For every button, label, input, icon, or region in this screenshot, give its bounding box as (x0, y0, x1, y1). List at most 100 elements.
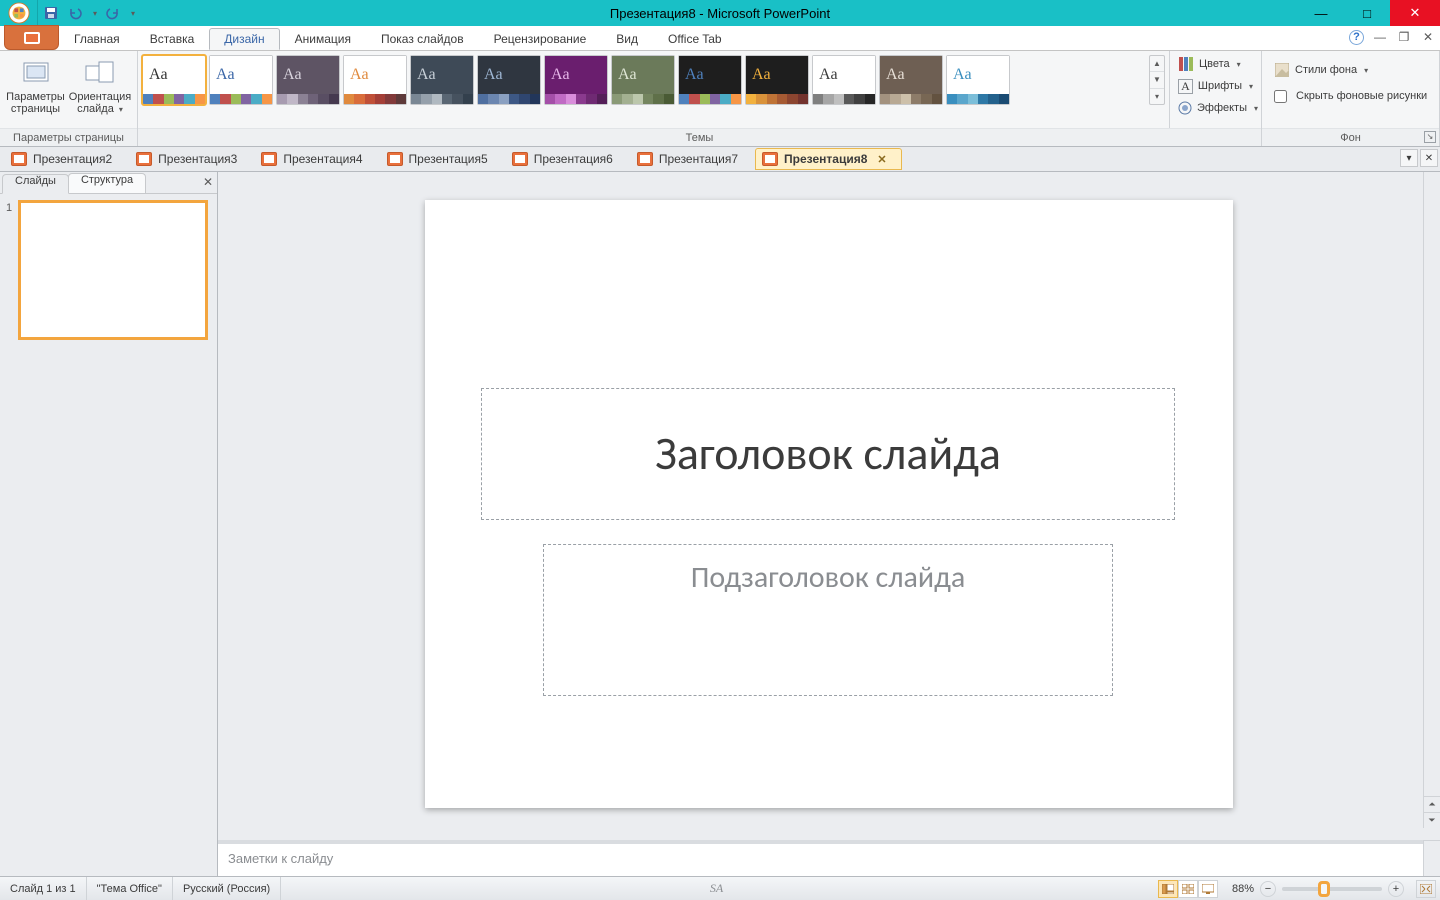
title-placeholder[interactable]: Заголовок слайда (481, 388, 1175, 520)
office-button[interactable] (0, 0, 38, 26)
vertical-scrollbar[interactable]: ⏶ ⏷ (1423, 172, 1440, 828)
theme-thumbnail[interactable]: Aa (276, 55, 340, 105)
subtitle-placeholder[interactable]: Подзаголовок слайда (543, 544, 1113, 696)
mdi-restore-button[interactable]: ❐ (1396, 29, 1412, 45)
help-button[interactable]: ? (1349, 30, 1364, 45)
group-background: Стили фона▾ Скрыть фоновые рисунки Фон↘ (1262, 51, 1440, 146)
gallery-more-button[interactable]: ▾ (1150, 89, 1164, 104)
gallery-scroll-down[interactable]: ▼ (1150, 72, 1164, 88)
hide-bg-graphics-checkbox[interactable]: Скрыть фоновые рисунки (1270, 85, 1431, 107)
status-theme[interactable]: "Тема Office" (87, 877, 173, 900)
theme-swatch-row (210, 94, 272, 104)
doctabs-close[interactable]: ✕ (1420, 149, 1438, 167)
tab-design[interactable]: Дизайн (209, 28, 279, 50)
mdi-close-button[interactable]: ✕ (1420, 29, 1436, 45)
zoom-slider-thumb[interactable] (1320, 883, 1328, 895)
tab-view[interactable]: Вид (601, 28, 653, 50)
theme-colors-button[interactable]: Цвета▾ (1174, 53, 1257, 75)
zoom-slider[interactable] (1282, 887, 1382, 891)
view-slideshow-button[interactable] (1198, 880, 1218, 898)
theme-fonts-button[interactable]: AШрифты▾ (1174, 75, 1257, 97)
panel-tab-outline[interactable]: Структура (68, 173, 146, 193)
status-slide-number[interactable]: Слайд 1 из 1 (0, 877, 87, 900)
page-setup-button[interactable]: Параметры страницы (6, 54, 65, 115)
slide-canvas[interactable]: Заголовок слайда Подзаголовок слайда (425, 200, 1233, 808)
doctabs-menu[interactable]: ▾ (1400, 149, 1418, 167)
hide-bg-checkbox-input[interactable] (1274, 90, 1287, 103)
theme-thumbnail[interactable]: Aa (812, 55, 876, 105)
prev-slide-button[interactable]: ⏶ (1424, 796, 1440, 812)
document-tab[interactable]: Презентация6 (505, 148, 628, 170)
undo-menu[interactable]: ▾ (90, 4, 98, 22)
ppt-doc-icon (11, 152, 27, 166)
document-tab[interactable]: Презентация3 (129, 148, 252, 170)
theme-thumbnail[interactable]: Aa (544, 55, 608, 105)
close-button[interactable]: ✕ (1390, 0, 1440, 26)
chevron-down-icon: ▾ (1364, 66, 1368, 75)
tab-slideshow[interactable]: Показ слайдов (366, 28, 479, 50)
tab-animation[interactable]: Анимация (280, 28, 366, 50)
theme-thumbnail[interactable]: Aa (142, 55, 206, 105)
ribbon: Параметры страницы Ориентация слайда ▾ П… (0, 51, 1440, 147)
redo-button[interactable] (104, 4, 122, 22)
tab-officetab[interactable]: Office Tab (653, 28, 737, 50)
slide-orientation-button[interactable]: Ориентация слайда ▾ (69, 54, 131, 116)
theme-effects-button[interactable]: Эффекты▾ (1174, 97, 1257, 119)
theme-aa-preview: Aa (478, 56, 540, 94)
theme-swatch-row (344, 94, 406, 104)
view-sorter-button[interactable] (1178, 880, 1198, 898)
chevron-down-icon: ▾ (93, 9, 97, 18)
theme-thumbnail[interactable]: Aa (611, 55, 675, 105)
tab-review[interactable]: Рецензирование (479, 28, 602, 50)
document-tab[interactable]: Презентация5 (380, 148, 503, 170)
view-buttons (1152, 880, 1224, 898)
document-tab[interactable]: Презентация4 (254, 148, 377, 170)
view-normal-button[interactable] (1158, 880, 1178, 898)
panel-tab-slides[interactable]: Слайды (2, 174, 69, 194)
slide-thumbnail-1[interactable]: 1 (6, 202, 211, 338)
view-normal-icon (1162, 884, 1174, 894)
document-tab[interactable]: Презентация7 (630, 148, 753, 170)
chevron-down-icon: ▾ (1254, 104, 1258, 113)
theme-thumbnail[interactable]: Aa (209, 55, 273, 105)
thumbnail-preview[interactable] (20, 202, 206, 338)
status-language[interactable]: Русский (Россия) (173, 877, 281, 900)
next-slide-button[interactable]: ⏷ (1424, 812, 1440, 828)
theme-thumbnail[interactable]: Aa (678, 55, 742, 105)
zoom-value[interactable]: 88% (1232, 883, 1254, 895)
gallery-scroll-up[interactable]: ▲ (1150, 56, 1164, 72)
document-tab-close[interactable]: ✕ (877, 153, 886, 166)
theme-gallery[interactable]: AaAaAaAaAaAaAaAaAaAaAaAaAa (138, 51, 1145, 128)
theme-thumbnail[interactable]: Aa (410, 55, 474, 105)
theme-thumbnail[interactable]: Aa (343, 55, 407, 105)
theme-thumbnail[interactable]: Aa (477, 55, 541, 105)
undo-button[interactable] (66, 4, 84, 22)
group-page-setup: Параметры страницы Ориентация слайда ▾ П… (0, 51, 138, 146)
tab-insert[interactable]: Вставка (135, 28, 210, 50)
theme-thumbnail[interactable]: Aa (745, 55, 809, 105)
zoom-in-button[interactable]: + (1388, 881, 1404, 897)
zoom-out-button[interactable]: − (1260, 881, 1276, 897)
theme-swatch-row (679, 94, 741, 104)
mdi-minimize-button[interactable]: — (1372, 29, 1388, 45)
theme-thumbnail[interactable]: Aa (946, 55, 1010, 105)
notes-scrollbar[interactable] (1423, 840, 1440, 876)
background-styles-button[interactable]: Стили фона▾ (1270, 59, 1372, 81)
fit-to-window-button[interactable] (1416, 880, 1436, 898)
file-menu-button[interactable] (4, 25, 59, 50)
qat-customize[interactable]: ▾ (128, 4, 136, 22)
colors-icon (1178, 56, 1194, 72)
theme-swatch-row (746, 94, 808, 104)
save-button[interactable] (42, 4, 60, 22)
undo-icon (68, 6, 82, 20)
minimize-button[interactable]: — (1298, 0, 1344, 26)
maximize-button[interactable]: □ (1344, 0, 1390, 26)
window-title: Презентация8 - Microsoft PowerPoint (610, 6, 830, 21)
document-tab[interactable]: Презентация8✕ (755, 148, 902, 170)
dialog-launcher[interactable]: ↘ (1424, 131, 1436, 143)
panel-close-button[interactable]: ✕ (203, 175, 213, 189)
tab-home[interactable]: Главная (59, 28, 135, 50)
theme-thumbnail[interactable]: Aa (879, 55, 943, 105)
document-tab[interactable]: Презентация2 (4, 148, 127, 170)
notes-pane[interactable]: Заметки к слайду (218, 840, 1423, 876)
